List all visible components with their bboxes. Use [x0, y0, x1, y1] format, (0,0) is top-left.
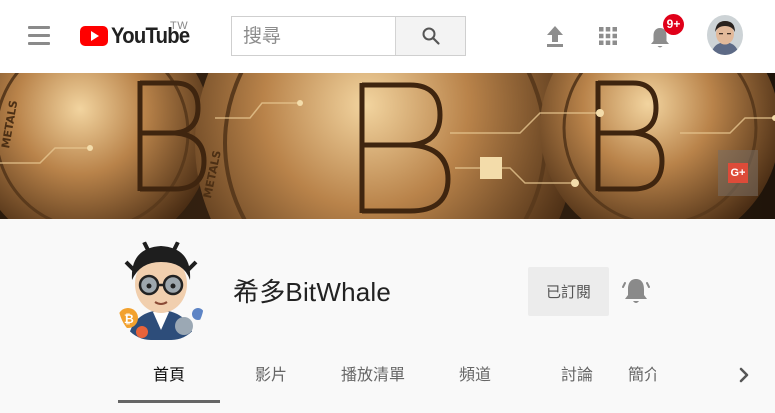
upload-icon — [547, 26, 563, 47]
notification-badge: 9+ — [663, 14, 684, 35]
search-button[interactable] — [395, 17, 465, 55]
region-code: TW — [170, 20, 189, 32]
notification-bell-icon — [622, 279, 650, 303]
apps-grid-icon — [599, 27, 617, 45]
tab-channels[interactable]: 頻道 — [424, 355, 526, 403]
tab-about[interactable]: 簡介 — [628, 355, 656, 403]
channel-name: 希多BitWhale — [233, 277, 392, 307]
masthead: YouTube TW 9+ — [0, 0, 775, 73]
apps-button[interactable] — [594, 22, 622, 50]
channel-tabs: 首頁 影片 播放清單 頻道 討論 簡介 — [118, 355, 656, 405]
chevron-right-icon — [739, 367, 749, 383]
google-plus-icon: G+ — [728, 163, 748, 183]
search-bar — [231, 16, 466, 56]
channel-avatar[interactable]: ₿ — [118, 240, 204, 340]
menu-icon[interactable] — [28, 26, 50, 46]
search-input[interactable] — [232, 17, 395, 55]
tabs-next-button[interactable] — [733, 362, 755, 388]
subscribed-button[interactable]: 已訂閱 — [528, 267, 609, 316]
user-avatar-image — [707, 15, 743, 55]
bitcoin-banner-art: METALS METALS — [0, 73, 775, 219]
youtube-logo[interactable]: YouTube TW — [80, 20, 196, 52]
upload-button[interactable] — [541, 22, 569, 50]
google-plus-link[interactable]: G+ — [718, 150, 758, 196]
channel-avatar-image: ₿ — [118, 240, 204, 340]
tab-home[interactable]: 首頁 — [118, 355, 220, 403]
search-icon — [422, 27, 440, 45]
youtube-play-icon — [80, 26, 108, 46]
channel-notification-button[interactable] — [622, 276, 650, 306]
tab-playlists[interactable]: 播放清單 — [322, 355, 424, 403]
svg-text:₿: ₿ — [124, 312, 134, 326]
channel-banner: METALS METALS G+ — [0, 73, 775, 219]
tab-discussion[interactable]: 討論 — [526, 355, 628, 403]
tab-videos[interactable]: 影片 — [220, 355, 322, 403]
user-avatar[interactable] — [707, 15, 743, 55]
